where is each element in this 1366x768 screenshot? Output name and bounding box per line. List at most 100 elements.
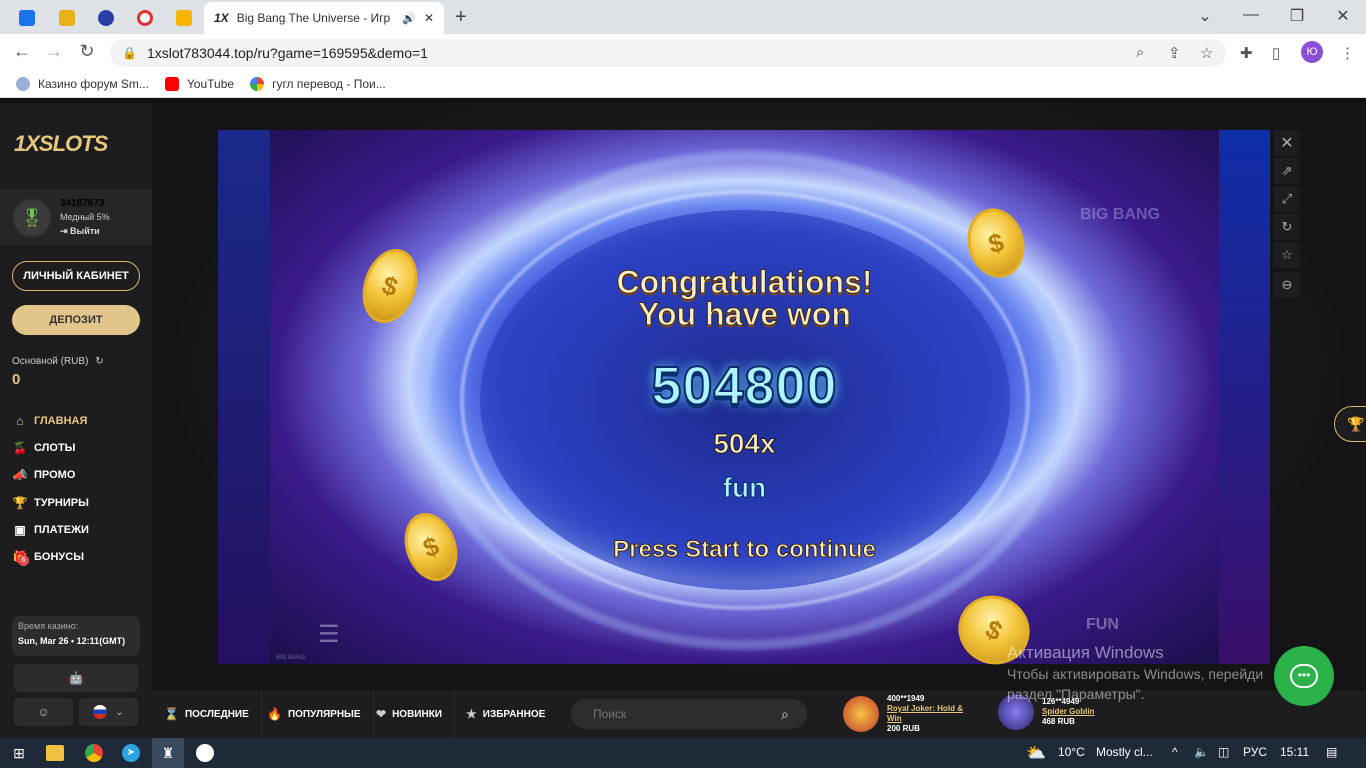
game-logo-faint: BIG BANG bbox=[1080, 206, 1160, 223]
chat-support-button[interactable]: ••• bbox=[1274, 646, 1334, 706]
fullscreen-icon[interactable]: ⤢ bbox=[1274, 186, 1300, 212]
tab-label: НОВИНКИ bbox=[392, 708, 442, 720]
share-game-icon[interactable]: ⇗ bbox=[1274, 158, 1300, 184]
press-start-prompt[interactable]: Press Start to continue bbox=[270, 536, 1219, 564]
winner-game[interactable]: Spider Goblin bbox=[1042, 707, 1094, 717]
bookmark-item[interactable]: YouTube bbox=[164, 76, 235, 91]
reload-button[interactable]: ↻ bbox=[76, 41, 98, 62]
nav-tournaments[interactable]: 🏆 ТУРНИРЫ bbox=[12, 496, 89, 510]
envelope-icon bbox=[176, 10, 192, 26]
profile-avatar[interactable]: Ю bbox=[1301, 41, 1323, 63]
weather-desc[interactable]: Mostly cl... bbox=[1096, 745, 1153, 759]
search-icon[interactable]: ⌕ bbox=[781, 706, 789, 723]
logout-label: Выйти bbox=[70, 226, 100, 236]
tournament-trophy-button[interactable]: 🏆 bbox=[1334, 406, 1366, 442]
weather-temp[interactable]: 10°C bbox=[1058, 745, 1085, 759]
volume-icon[interactable]: 🔈 bbox=[1194, 745, 1209, 759]
chevron-down-icon: ⌄ bbox=[115, 706, 124, 718]
nav-home[interactable]: ⌂ ГЛАВНАЯ bbox=[12, 414, 87, 428]
android-icon: 🤖 bbox=[68, 671, 84, 685]
weather-icon[interactable]: ⛅ bbox=[1026, 743, 1046, 763]
bookmark-star-icon[interactable]: ☆ bbox=[1200, 44, 1213, 62]
lock-icon: 🔒 bbox=[122, 46, 137, 60]
app-icon[interactable] bbox=[194, 742, 216, 764]
menu-kebab-icon[interactable]: ⋮ bbox=[1340, 44, 1355, 62]
logout-link[interactable]: ⇥ Выйти bbox=[60, 226, 100, 237]
pinned-tab-3[interactable] bbox=[126, 4, 164, 32]
file-explorer-icon[interactable] bbox=[46, 745, 64, 761]
megaphone-icon: 📣 bbox=[12, 468, 28, 482]
fun-mode-label: FUN bbox=[1086, 616, 1119, 633]
user-id: 34187673 bbox=[60, 198, 105, 209]
new-tab-button[interactable]: + bbox=[455, 6, 467, 29]
network-icon[interactable]: ◫ bbox=[1218, 745, 1229, 759]
tab-popular[interactable]: 🔥 ПОПУЛЯРНЫЕ bbox=[255, 690, 374, 738]
language-select[interactable]: ⌄ bbox=[79, 698, 138, 726]
tray-chevron-icon[interactable]: ^ bbox=[1172, 745, 1178, 759]
url-text: 1xslot783044.top/ru?game=169595&demo=1 bbox=[146, 45, 428, 61]
minimize-button[interactable]: — bbox=[1228, 6, 1274, 24]
close-game-icon[interactable]: ✕ bbox=[1274, 130, 1300, 156]
tab-favicon: 1X bbox=[214, 11, 229, 25]
win-amount: 504800 bbox=[650, 355, 838, 417]
recent-winner[interactable]: 400**1949 Royal Joker: Hold & Win 200 RU… bbox=[843, 694, 971, 734]
bookmark-item[interactable]: гугл перевод - Пои... bbox=[250, 76, 386, 91]
active-browser-tab[interactable]: 1X Big Bang The Universe - Игр 🔊 ✕ bbox=[204, 2, 444, 34]
close-tab-icon[interactable]: ✕ bbox=[424, 11, 434, 25]
bookmark-item[interactable]: Казино форум Sm... bbox=[16, 76, 149, 91]
nav-payments[interactable]: ▣ ПЛАТЕЖИ bbox=[12, 523, 89, 537]
nav-slots[interactable]: 🍒 СЛОТЫ bbox=[12, 441, 76, 455]
medal-icon: 🎖 bbox=[20, 207, 44, 228]
telegram-icon[interactable]: ➤ bbox=[120, 742, 142, 764]
game-footer-logo: BIG BANG bbox=[276, 655, 306, 661]
speaker-icon[interactable]: 🔊 bbox=[402, 12, 416, 25]
nav-promo[interactable]: 📣 ПРОМО bbox=[12, 468, 76, 482]
sidepanel-icon[interactable]: ▯ bbox=[1272, 44, 1280, 62]
notifications-icon[interactable]: ▤ bbox=[1326, 745, 1337, 759]
android-app-button[interactable]: 🤖 bbox=[14, 664, 138, 692]
refresh-icon[interactable]: ↻ bbox=[95, 356, 103, 367]
user-avatar[interactable]: 🎖 bbox=[12, 198, 52, 238]
pinned-tab-1[interactable] bbox=[48, 4, 86, 32]
address-bar[interactable]: 🔒 1xslot783044.top/ru?game=169595&demo=1 bbox=[110, 39, 1226, 67]
zoom-icon[interactable]: ⌕ bbox=[1136, 44, 1144, 61]
search-input[interactable] bbox=[593, 707, 782, 721]
game-search[interactable]: ⌕ bbox=[571, 699, 807, 729]
restore-button[interactable]: ❐ bbox=[1274, 6, 1320, 26]
deposit-button[interactable]: ДЕПОЗИТ bbox=[12, 305, 140, 335]
chrome-icon[interactable] bbox=[83, 742, 105, 764]
app-active-icon[interactable]: ♜ bbox=[152, 738, 184, 768]
window-close-button[interactable]: ✕ bbox=[1320, 6, 1366, 26]
bookmark-label: YouTube bbox=[186, 76, 235, 91]
favorite-star-icon[interactable]: ☆ bbox=[1274, 242, 1300, 268]
refresh-game-icon[interactable]: ↻ bbox=[1274, 214, 1300, 240]
pinned-tab-4[interactable] bbox=[165, 4, 203, 32]
forward-button[interactable]: → bbox=[43, 41, 65, 62]
game-menu-icon[interactable]: ☰ bbox=[318, 620, 350, 649]
personal-cabinet-button[interactable]: ЛИЧНЫЙ КАБИНЕТ bbox=[12, 261, 140, 291]
tab-recent[interactable]: ⌛ ПОСЛЕДНИЕ bbox=[152, 690, 262, 738]
winner-game[interactable]: Royal Joker: Hold & Win bbox=[887, 704, 971, 724]
tab-search-icon[interactable]: ⌄ bbox=[1182, 6, 1228, 26]
taskbar-clock[interactable]: 15:11 bbox=[1280, 745, 1309, 759]
wallet-icon: ▣ bbox=[14, 523, 26, 537]
home-icon: ⌂ bbox=[16, 414, 24, 428]
back-button[interactable]: ← bbox=[11, 41, 33, 62]
tab-label: ИЗБРАННОЕ bbox=[482, 708, 546, 720]
support-button[interactable]: ☺ bbox=[14, 698, 73, 726]
share-icon[interactable]: ⇪ bbox=[1168, 44, 1181, 62]
google-icon bbox=[250, 76, 265, 91]
bookmark-label: Казино форум Sm... bbox=[38, 76, 149, 91]
chat-bubble-icon: ••• bbox=[1290, 664, 1318, 688]
extensions-icon[interactable]: ✚ bbox=[1240, 44, 1253, 62]
tab-new[interactable]: ❤ НОВИНКИ bbox=[364, 690, 455, 738]
windows-start-icon[interactable]: ⊞ bbox=[8, 742, 30, 764]
site-logo[interactable]: 1XSLOTS bbox=[14, 131, 108, 157]
tab-favorites[interactable]: ★ ИЗБРАННОЕ bbox=[454, 690, 557, 738]
mail-icon bbox=[19, 10, 35, 26]
toggle-icon[interactable]: ⊖ bbox=[1274, 272, 1300, 298]
pinned-tab-2[interactable] bbox=[87, 4, 125, 32]
input-language[interactable]: РУС bbox=[1243, 745, 1267, 759]
nav-label: БОНУСЫ bbox=[34, 551, 84, 563]
pinned-tab-mail[interactable] bbox=[8, 4, 46, 32]
